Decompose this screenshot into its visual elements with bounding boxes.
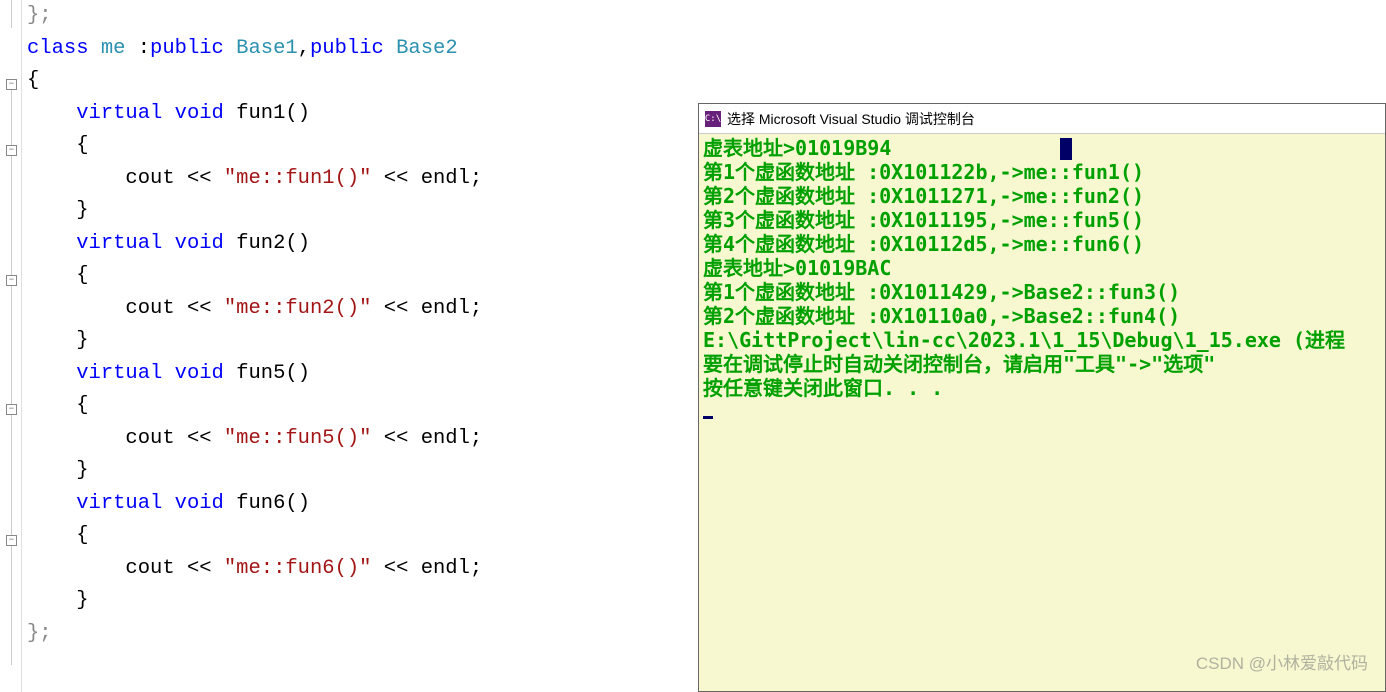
code-line[interactable]: cout << "me::fun1()" << endl;: [27, 163, 700, 196]
code-line[interactable]: cout << "me::fun2()" << endl;: [27, 293, 700, 326]
console-line: 要在调试停止时自动关闭控制台，请启用"工具"->"选项": [703, 352, 1381, 376]
code-line[interactable]: cout << "me::fun6()" << endl;: [27, 553, 700, 586]
code-line[interactable]: }: [27, 325, 700, 358]
code-line[interactable]: }: [27, 455, 700, 488]
code-line[interactable]: };: [27, 618, 700, 651]
console-line: 虚表地址>01019BAC: [703, 256, 1381, 280]
console-line: 第1个虚函数地址 :0X101122b,->me::fun1(): [703, 160, 1381, 184]
code-area[interactable]: };class me :public Base1,public Base2{ v…: [22, 0, 700, 692]
code-line[interactable]: {: [27, 130, 700, 163]
console-line: 第4个虚函数地址 :0X10112d5,->me::fun6(): [703, 232, 1381, 256]
cursor-block: [1060, 138, 1072, 160]
console-line: 第2个虚函数地址 :0X10110a0,->Base2::fun4(): [703, 304, 1381, 328]
console-titlebar[interactable]: C:\ 选择 Microsoft Visual Studio 调试控制台: [699, 104, 1385, 134]
code-line[interactable]: virtual void fun2(): [27, 228, 700, 261]
code-line[interactable]: {: [27, 390, 700, 423]
console-line: 按任意键关闭此窗口. . .: [703, 376, 1381, 400]
fold-toggle[interactable]: −: [6, 79, 17, 90]
console-line: 虚表地址>01019B94: [703, 136, 1381, 160]
code-line[interactable]: }: [27, 195, 700, 228]
code-line[interactable]: {: [27, 520, 700, 553]
code-line[interactable]: virtual void fun1(): [27, 98, 700, 131]
code-line[interactable]: }: [27, 585, 700, 618]
code-line[interactable]: virtual void fun6(): [27, 488, 700, 521]
console-output[interactable]: 虚表地址>01019B94 第1个虚函数地址 :0X101122b,->me::…: [699, 134, 1385, 426]
cursor-caret: [703, 416, 713, 419]
console-line: [703, 400, 1381, 424]
fold-toggle[interactable]: −: [6, 535, 17, 546]
console-line: 第1个虚函数地址 :0X1011429,->Base2::fun3(): [703, 280, 1381, 304]
fold-toggle[interactable]: −: [6, 404, 17, 415]
code-line[interactable]: class me :public Base1,public Base2: [27, 33, 700, 66]
bracket-guide: [11, 0, 12, 28]
console-line: 第3个虚函数地址 :0X1011195,->me::fun5(): [703, 208, 1381, 232]
debug-console-window[interactable]: C:\ 选择 Microsoft Visual Studio 调试控制台 虚表地…: [698, 103, 1386, 692]
console-line: E:\GittProject\lin-cc\2023.1\1_15\Debug\…: [703, 328, 1381, 352]
console-title: 选择 Microsoft Visual Studio 调试控制台: [727, 109, 975, 129]
fold-toggle[interactable]: −: [6, 145, 17, 156]
bracket-guide: [11, 90, 12, 665]
code-line[interactable]: cout << "me::fun5()" << endl;: [27, 423, 700, 456]
code-editor[interactable]: −−−−− };class me :public Base1,public Ba…: [0, 0, 700, 692]
code-line[interactable]: virtual void fun5(): [27, 358, 700, 391]
console-app-icon: C:\: [705, 111, 721, 127]
code-line[interactable]: };: [27, 0, 700, 33]
gutter: − − − − −: [0, 0, 22, 692]
code-line[interactable]: {: [27, 260, 700, 293]
fold-toggle[interactable]: −: [6, 275, 17, 286]
watermark: CSDN @小林爱敲代码: [1196, 649, 1368, 674]
code-line[interactable]: {: [27, 65, 700, 98]
console-line: 第2个虚函数地址 :0X1011271,->me::fun2(): [703, 184, 1381, 208]
